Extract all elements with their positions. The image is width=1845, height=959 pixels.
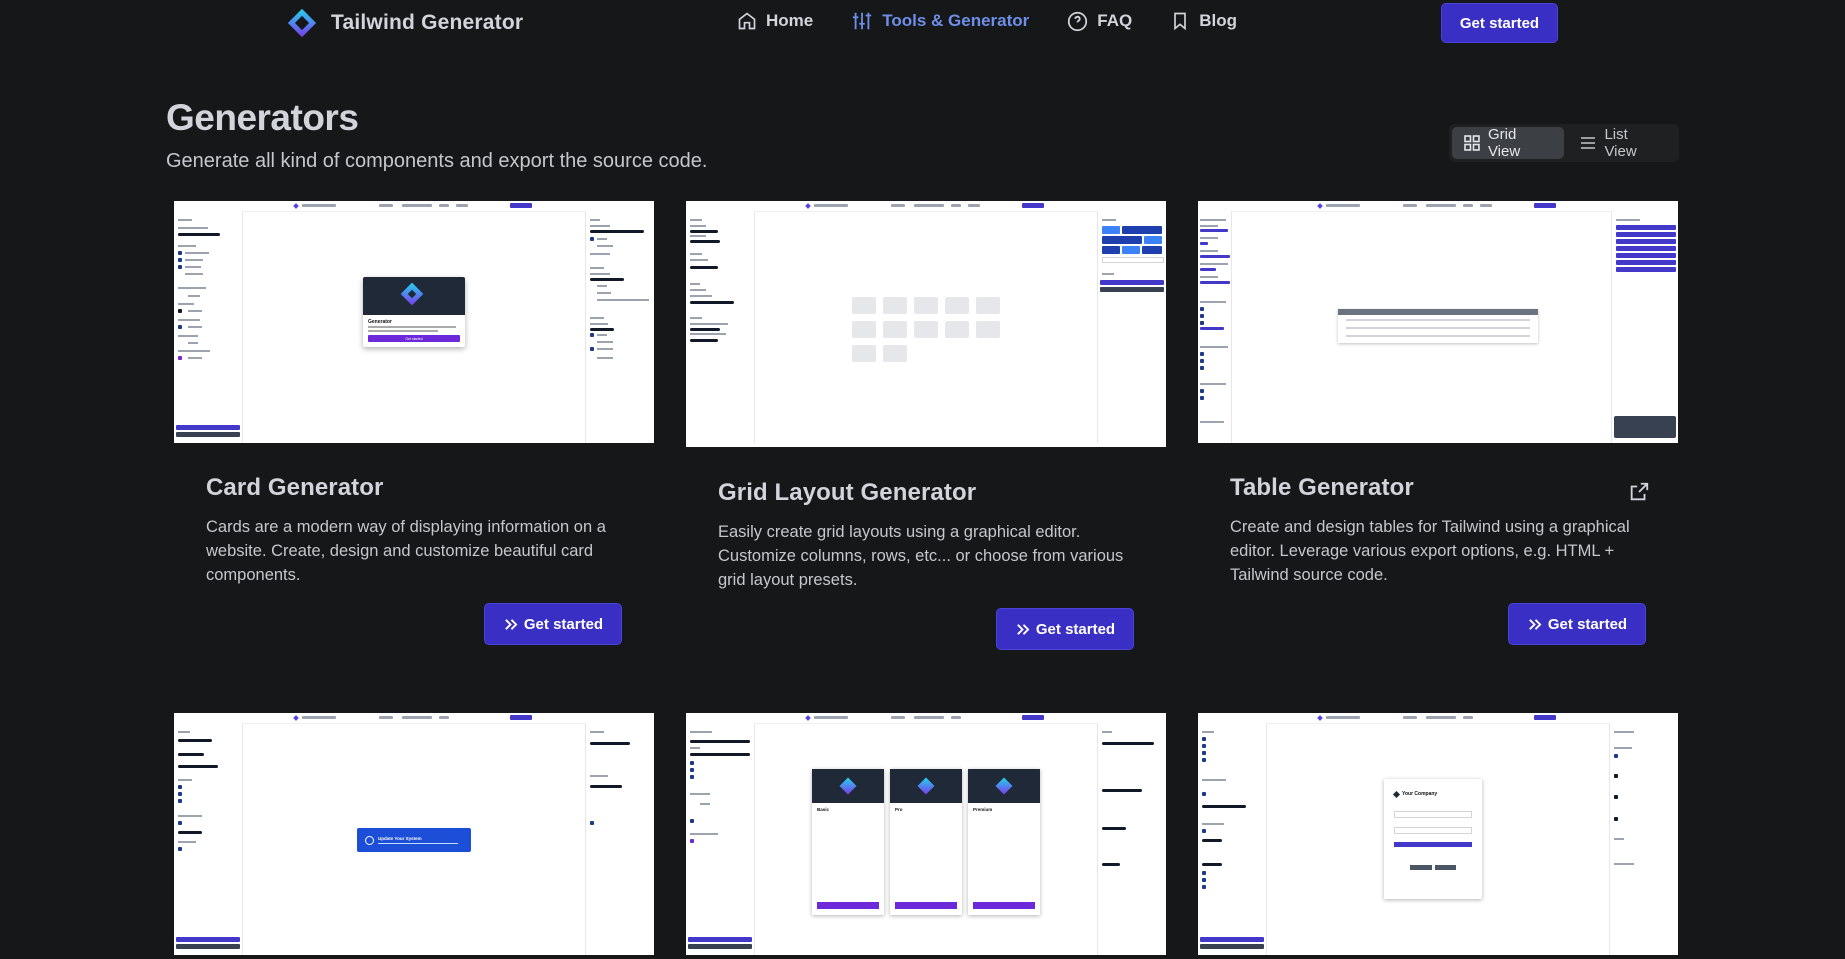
nav-link-faq[interactable]: FAQ <box>1067 10 1132 32</box>
nav-link-label: Blog <box>1199 11 1238 30</box>
card-title: Table Generator <box>1230 474 1414 501</box>
preview-card-title: Generator <box>368 319 392 325</box>
preview-company-name: Your Company <box>1402 791 1438 797</box>
page-title: Generators <box>166 97 359 138</box>
card-description: Easily create grid layouts using a graph… <box>718 523 1124 589</box>
brand-name: Tailwind Generator <box>331 11 524 34</box>
login-generator-preview[interactable]: Your Company <box>1198 713 1678 955</box>
nav-link-blog[interactable]: Blog <box>1170 10 1237 32</box>
nav-link-home[interactable]: Home <box>737 10 813 32</box>
nav-link-label: Tools & Generator <box>882 11 1030 30</box>
preview-plan-basic: Basic <box>817 807 830 812</box>
sliders-icon <box>853 12 872 30</box>
nav-link-label: Home <box>766 11 814 30</box>
grid-view-button[interactable]: Grid View <box>1452 126 1565 160</box>
list-icon <box>1581 137 1596 149</box>
card-button-label: Get started <box>1547 615 1628 633</box>
preview-plan-premium: Premium <box>973 807 993 812</box>
card-title: Card Generator <box>206 474 384 501</box>
table-generator-preview[interactable] <box>1198 201 1678 443</box>
brand[interactable]: Tailwind Generator <box>287 8 523 38</box>
nav-link-tools[interactable]: Tools & Generator <box>851 10 1029 32</box>
nav-get-started-button[interactable]: Get started <box>1441 3 1558 43</box>
list-view-label: List View <box>1604 126 1637 160</box>
grid-view-label: Grid View <box>1487 126 1521 160</box>
bookmark-icon <box>1174 12 1187 31</box>
card-description: Create and design tables for Tailwind us… <box>1230 518 1630 584</box>
nav-links: Home Tools & Generator FAQ Blog <box>737 10 1237 32</box>
card-get-started-button[interactable]: Get started <box>484 603 622 645</box>
external-link-icon[interactable] <box>1628 481 1650 503</box>
pricing-generator-preview[interactable]: Basic Pro Premium <box>686 713 1166 955</box>
top-nav: Tailwind Generator Home Tools & Generato… <box>0 0 1845 46</box>
help-circle-icon <box>1068 11 1088 31</box>
list-view-button[interactable]: List View <box>1568 126 1676 160</box>
alert-generator-preview[interactable]: Update Your System <box>174 713 654 955</box>
grid-layout-generator-preview[interactable] <box>686 201 1166 447</box>
card-generator-preview[interactable]: Generator Get started <box>174 201 654 443</box>
nav-link-label: FAQ <box>1097 11 1133 30</box>
preview-plan-pro: Pro <box>895 807 903 812</box>
card-button-label: Get started <box>1035 620 1116 638</box>
preview-alert-title: Update Your System <box>378 835 422 841</box>
chevrons-right-icon <box>1017 623 1030 635</box>
card-get-started-button[interactable]: Get started <box>996 608 1134 650</box>
card-button-label: Get started <box>523 615 604 633</box>
grid-icon <box>1464 135 1480 151</box>
page-subtitle: Generate all kind of components and expo… <box>166 150 708 172</box>
view-toggle: Grid View List View <box>1449 124 1679 162</box>
home-icon <box>738 12 756 30</box>
chevrons-right-icon <box>505 618 518 630</box>
logo-icon <box>287 8 317 38</box>
generator-card-card: Generator Get started Card Generator Car… <box>174 201 654 645</box>
chevrons-right-icon <box>1529 618 1542 630</box>
preview-card-button: Get started <box>368 335 460 342</box>
generator-card-table: Table Generator Create and design tables… <box>1198 201 1678 645</box>
generator-card-grid-layout: Grid Layout Generator Easily create grid… <box>686 201 1166 650</box>
card-description: Cards are a modern way of displaying inf… <box>206 518 606 584</box>
card-title: Grid Layout Generator <box>718 479 977 506</box>
card-get-started-button[interactable]: Get started <box>1508 603 1646 645</box>
